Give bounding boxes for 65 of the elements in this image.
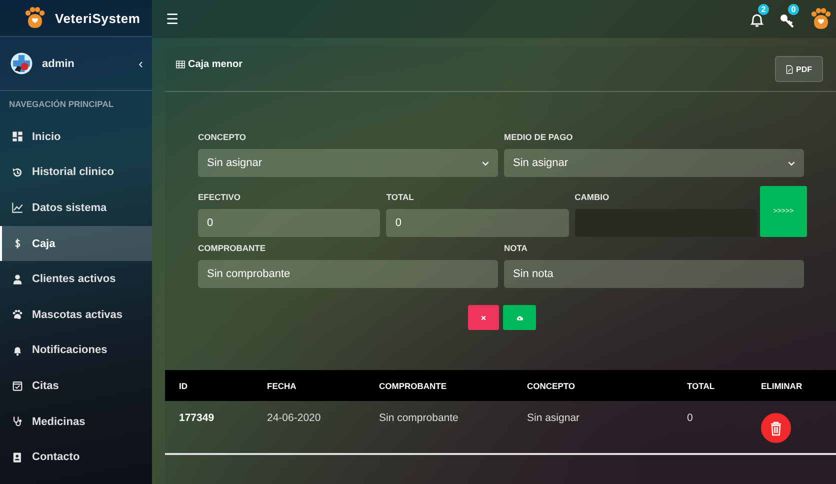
bell-icon xyxy=(12,344,23,356)
input-field[interactable]: 0 xyxy=(386,209,569,237)
nav-item[interactable]: Citas xyxy=(0,368,152,404)
field-label: CONCEPTO xyxy=(198,132,248,142)
close-icon xyxy=(480,314,487,320)
column-header: TOTAL xyxy=(687,380,716,390)
input-field[interactable]: Sin comprobante xyxy=(198,260,498,288)
trash-icon xyxy=(770,420,782,436)
bell-icon[interactable] xyxy=(749,12,765,28)
brand-name: VeteriSystem xyxy=(55,10,140,26)
nav-item[interactable]: Contacto xyxy=(0,439,152,475)
grid-icon xyxy=(12,131,23,142)
column-header: CONCEPTO xyxy=(527,380,576,390)
avatar xyxy=(10,52,33,75)
select-field[interactable]: Sin asignar xyxy=(198,149,498,177)
cloud-upload-icon xyxy=(516,314,523,320)
nav-item[interactable]: Inicio xyxy=(0,119,152,155)
user-name: admin xyxy=(42,58,76,70)
notification-count-badge: 2 xyxy=(758,4,769,15)
card-title: Caja menor xyxy=(188,59,242,70)
table-cell-text: Sin comprobante xyxy=(379,412,460,424)
person-icon xyxy=(12,274,23,285)
contact-card-icon xyxy=(12,452,23,463)
input-field[interactable]: 0 xyxy=(198,209,380,237)
file-icon xyxy=(786,64,793,74)
column-header: COMPROBANTE xyxy=(379,380,448,390)
table-cell-text: Sin asignar xyxy=(527,412,581,424)
field-label: CAMBIO xyxy=(574,192,610,202)
table-cell-text: 24-06-2020 xyxy=(267,412,322,424)
nav-item[interactable]: Datos sistema xyxy=(0,190,152,226)
field-label: NOTA xyxy=(504,243,528,253)
nav-item[interactable]: Historial clinico xyxy=(0,154,152,190)
paw-logo-icon[interactable] xyxy=(809,7,833,31)
column-header: ID xyxy=(179,380,188,390)
chart-icon xyxy=(12,202,23,214)
paw-logo-icon xyxy=(23,6,47,30)
table-cell-text: 177349 xyxy=(179,412,216,424)
input-field[interactable]: Sin nota xyxy=(504,260,804,288)
nav-heading: NAVEGACIÓN PRINCIPAL xyxy=(8,98,115,111)
column-header: FECHA xyxy=(267,380,298,390)
history-icon xyxy=(12,166,23,178)
calendar-icon xyxy=(12,380,23,392)
nav-item[interactable]: Mascotas activas xyxy=(0,296,152,333)
paw-icon xyxy=(12,309,23,320)
key-count-badge: 0 xyxy=(788,4,799,15)
menu-button[interactable]: ☰ xyxy=(166,11,179,27)
field-label: COMPROBANTE xyxy=(198,243,267,253)
pdf-button[interactable]: PDF xyxy=(775,56,823,82)
key-icon[interactable] xyxy=(779,12,795,28)
chevron-icon xyxy=(788,160,795,166)
table-cell-text: 0 xyxy=(687,412,694,424)
table-icon xyxy=(176,60,185,69)
chevron-icon xyxy=(482,160,489,166)
field-label: TOTAL xyxy=(386,192,415,202)
stethoscope-icon xyxy=(12,416,23,428)
collapse-toggle[interactable]: ‹ xyxy=(138,56,143,71)
nav-item[interactable]: Medicinas xyxy=(0,404,152,440)
column-header: ELIMINAR xyxy=(761,380,804,390)
field-label: MEDIO DE PAGO xyxy=(504,132,574,142)
nav-item[interactable]: Caja xyxy=(0,226,152,262)
nav-item[interactable]: Notificaciones xyxy=(0,332,152,368)
field-label: EFECTIVO xyxy=(198,192,242,202)
nav-item[interactable]: Clientes activos xyxy=(0,261,152,297)
select-field[interactable]: Sin asignar xyxy=(504,149,804,177)
delete-button[interactable] xyxy=(761,413,791,443)
